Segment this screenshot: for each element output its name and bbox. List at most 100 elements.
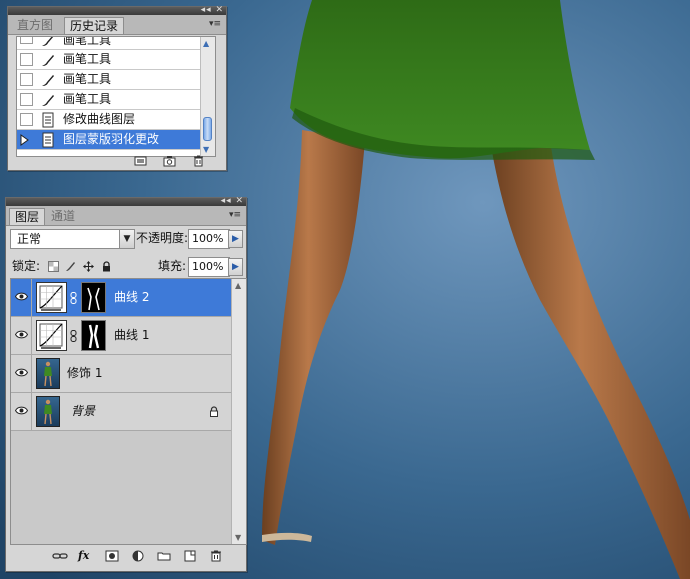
visibility-toggle[interactable]	[11, 317, 32, 354]
layer-row[interactable]: 曲线 1	[11, 317, 233, 355]
history-source-checkbox[interactable]	[20, 73, 33, 86]
curves-adjustment-thumbnail[interactable]	[36, 320, 67, 351]
history-item[interactable]: 画笔工具	[17, 37, 215, 50]
chain-link-icon[interactable]	[70, 330, 77, 342]
blend-opacity-row: 正常 ▼ 不透明度: 100% ▶	[6, 226, 246, 250]
lock-image-brush-icon[interactable]	[65, 261, 76, 272]
scroll-down-icon[interactable]: ▼	[235, 533, 241, 542]
figure-thumbnail-shape	[44, 399, 52, 425]
brush-icon	[42, 75, 54, 86]
layers-scrollbar[interactable]: ▲ ▼	[231, 279, 246, 544]
fill-input[interactable]: 100%	[188, 257, 230, 277]
tab-layers[interactable]: 图层	[9, 208, 46, 225]
layer-mask-thumbnail[interactable]	[81, 282, 106, 313]
legs-mask-shape	[87, 287, 100, 311]
history-source-checkbox[interactable]	[20, 93, 33, 106]
history-item[interactable]: 修改曲线图层	[17, 110, 215, 130]
eye-icon	[15, 292, 28, 301]
brush-icon	[42, 55, 54, 66]
history-footer	[134, 155, 205, 167]
tab-history[interactable]: 历史记录	[64, 17, 125, 34]
layer-image-thumbnail[interactable]	[36, 358, 60, 389]
layer-row[interactable]: 曲线 2	[11, 279, 233, 317]
chain-link-icon[interactable]	[70, 292, 77, 304]
legs-mask-shape	[88, 324, 100, 349]
history-scroll-thumb[interactable]	[203, 117, 212, 141]
history-item[interactable]: 画笔工具	[17, 90, 215, 110]
fill-label: 填充:	[158, 259, 187, 273]
layers-panel: ◂◂ ✕ 图层 通道 ▾≡ 正常 ▼ 不透明度: 100% ▶ 锁定: 填充: …	[5, 196, 247, 572]
history-panel: ◂◂ ✕ 直方图 历史记录 ▾≡ 画笔工具 画笔工具 画笔工具 画笔工具 修改曲…	[7, 5, 227, 171]
document-icon	[42, 112, 54, 128]
visibility-toggle[interactable]	[11, 355, 32, 392]
layer-row[interactable]: 背景	[11, 393, 233, 431]
curves-icon	[39, 285, 63, 311]
history-state-arrow-icon	[20, 134, 29, 146]
layer-name: 曲线 2	[114, 290, 150, 304]
history-item[interactable]: 画笔工具	[17, 50, 215, 70]
history-source-checkbox[interactable]	[20, 37, 33, 44]
opacity-label: 不透明度:	[136, 231, 189, 245]
new-layer-icon[interactable]	[182, 550, 198, 562]
opacity-slider-button[interactable]: ▶	[228, 230, 243, 248]
tab-histogram[interactable]: 直方图	[12, 17, 58, 34]
layer-mask-thumbnail[interactable]	[81, 320, 106, 351]
curves-adjustment-thumbnail[interactable]	[36, 282, 67, 313]
lock-position-move-icon[interactable]	[83, 261, 94, 272]
lock-fill-row: 锁定: 填充: 100% ▶	[6, 254, 246, 278]
lock-transparency-icon[interactable]	[48, 261, 59, 272]
history-item-label: 画笔工具	[63, 92, 112, 106]
panel-menu-icon[interactable]: ▾≡	[208, 19, 222, 29]
figure-thumbnail-shape	[44, 361, 52, 387]
visibility-toggle[interactable]	[11, 279, 32, 316]
lock-all-icon[interactable]	[101, 261, 112, 272]
curves-icon	[39, 323, 63, 349]
add-mask-icon[interactable]	[104, 550, 120, 562]
brush-icon	[42, 37, 54, 46]
scroll-up-icon[interactable]: ▲	[203, 39, 209, 48]
layer-name: 曲线 1	[114, 328, 150, 342]
history-item-label: 画笔工具	[63, 52, 112, 66]
group-folder-icon[interactable]	[156, 550, 172, 562]
visibility-toggle[interactable]	[11, 393, 32, 430]
adjustment-layer-icon[interactable]	[130, 550, 146, 562]
new-document-from-state-icon[interactable]	[134, 155, 147, 167]
eye-icon	[15, 368, 28, 377]
history-item-label: 画笔工具	[63, 72, 112, 86]
blend-mode-select[interactable]: 正常 ▼	[10, 229, 135, 249]
tab-channels[interactable]: 通道	[46, 208, 80, 225]
layer-row[interactable]: 修饰 1	[11, 355, 233, 393]
history-panel-tabs: 直方图 历史记录 ▾≡	[8, 15, 226, 35]
history-item-label: 画笔工具	[63, 36, 112, 47]
history-source-checkbox[interactable]	[20, 53, 33, 66]
layers-panel-titlebar[interactable]: ◂◂ ✕	[6, 196, 246, 206]
fill-slider-button[interactable]: ▶	[228, 258, 243, 276]
fx-icon[interactable]: fx	[78, 550, 94, 562]
trash-icon[interactable]	[208, 550, 224, 562]
layer-image-thumbnail[interactable]	[36, 396, 60, 427]
layers-panel-tabs: 图层 通道 ▾≡	[6, 206, 246, 226]
chevron-down-icon[interactable]: ▼	[119, 230, 134, 248]
history-item-selected[interactable]: 图层蒙版羽化更改	[17, 130, 215, 150]
layer-name: 修饰 1	[67, 366, 103, 380]
history-list: 画笔工具 画笔工具 画笔工具 画笔工具 修改曲线图层 图层蒙版羽化更改 ▲ ▼	[16, 36, 216, 157]
history-panel-titlebar[interactable]: ◂◂ ✕	[8, 5, 226, 15]
layer-name: 背景	[71, 404, 96, 418]
blend-mode-value: 正常	[17, 232, 42, 246]
snapshot-camera-icon[interactable]	[163, 155, 176, 167]
history-item-label: 图层蒙版羽化更改	[63, 132, 160, 146]
history-scrollbar[interactable]: ▲ ▼	[200, 37, 215, 156]
layers-footer: fx	[52, 550, 224, 562]
trash-icon[interactable]	[192, 155, 205, 167]
history-item[interactable]: 画笔工具	[17, 70, 215, 90]
eye-icon	[15, 406, 28, 415]
opacity-input[interactable]: 100%	[188, 229, 230, 249]
link-layers-icon[interactable]	[52, 550, 68, 562]
eye-icon	[15, 330, 28, 339]
history-source-checkbox[interactable]	[20, 113, 33, 126]
layer-list: 曲线 2 曲线 1 修饰 1 背景 ▲ ▼	[10, 278, 247, 545]
scroll-up-icon[interactable]: ▲	[235, 281, 241, 290]
panel-menu-icon[interactable]: ▾≡	[228, 210, 242, 220]
scroll-down-icon[interactable]: ▼	[203, 145, 209, 154]
layer-lock-icon	[210, 406, 218, 417]
